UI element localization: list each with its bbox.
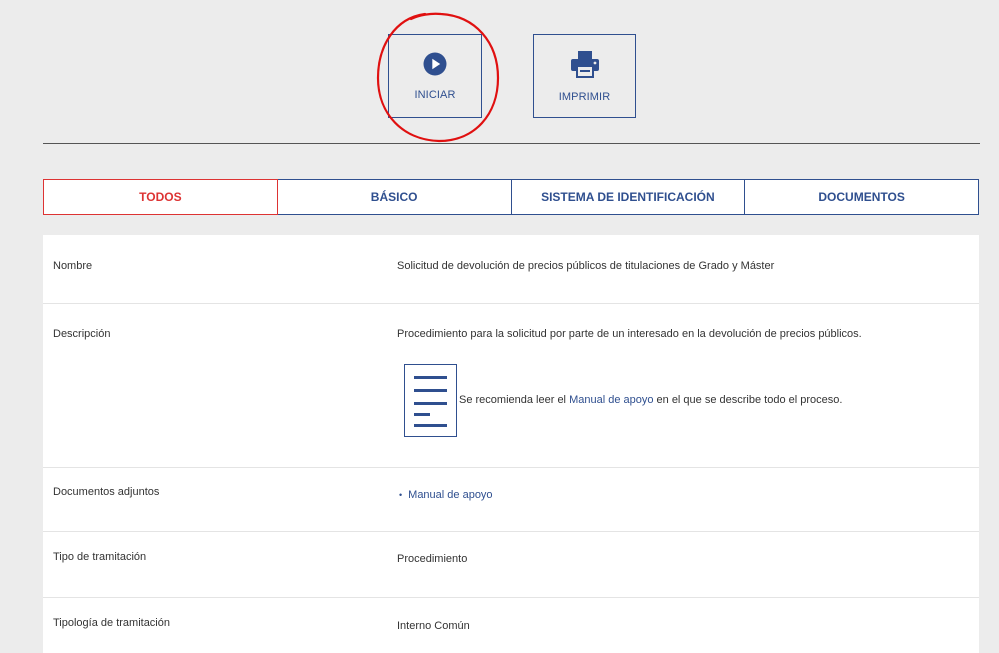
row-tipo-tramitacion: Tipo de tramitación Procedimiento (43, 532, 979, 598)
row-tipologia-tramitacion: Tipología de tramitación Interno Común (43, 598, 979, 653)
nombre-value: Solicitud de devolución de precios públi… (397, 260, 775, 272)
tipologia-tramitacion-label: Tipología de tramitación (53, 617, 170, 629)
tipo-tramitacion-value: Procedimiento (397, 553, 468, 565)
manual-note: Se recomienda leer el Manual de apoyo en… (459, 394, 842, 406)
document-lines-icon (404, 364, 457, 437)
bullet-icon: • (399, 490, 403, 500)
tipologia-tramitacion-value: Interno Común (397, 620, 470, 632)
row-documentos-adjuntos: Documentos adjuntos • Manual de apoyo (43, 468, 979, 532)
imprimir-button[interactable]: IMPRIMIR (533, 34, 636, 118)
descripcion-value: Procedimiento para la solicitud por part… (397, 328, 862, 340)
row-descripcion: Descripción Procedimiento para la solici… (43, 304, 979, 468)
tab-todos[interactable]: TODOS (43, 179, 278, 215)
iniciar-button[interactable]: INICIAR (388, 34, 482, 118)
nombre-label: Nombre (53, 260, 93, 272)
manual-note-prefix: Se recomienda leer el (459, 394, 570, 406)
header-divider (43, 143, 980, 144)
section-tabs: TODOS BÁSICO SISTEMA DE IDENTIFICACIÓN D… (43, 179, 979, 215)
manual-apoyo-link[interactable]: Manual de apoyo (408, 489, 492, 501)
tab-sistema-identificacion[interactable]: SISTEMA DE IDENTIFICACIÓN (510, 179, 746, 215)
tipo-tramitacion-label: Tipo de tramitación (53, 551, 147, 563)
imprimir-label: IMPRIMIR (558, 91, 611, 103)
printer-icon (569, 50, 601, 83)
documentos-adjuntos-label: Documentos adjuntos (53, 486, 160, 498)
descripcion-label: Descripción (53, 328, 111, 340)
procedure-details-table: Nombre Solicitud de devolución de precio… (43, 235, 979, 653)
manual-note-link[interactable]: Manual de apoyo (569, 394, 653, 406)
manual-note-suffix: en el que se describe todo el proceso. (653, 394, 843, 406)
tab-documentos[interactable]: DOCUMENTOS (744, 179, 979, 215)
row-nombre: Nombre Solicitud de devolución de precio… (43, 235, 979, 304)
play-circle-icon (423, 52, 447, 81)
page-canvas: INICIAR IMPRIMIR TODOS BÁSICO SISTEMA DE… (0, 0, 999, 653)
iniciar-label: INICIAR (414, 89, 456, 101)
tab-basico[interactable]: BÁSICO (276, 179, 512, 215)
documentos-list-item: • Manual de apoyo (399, 489, 493, 501)
